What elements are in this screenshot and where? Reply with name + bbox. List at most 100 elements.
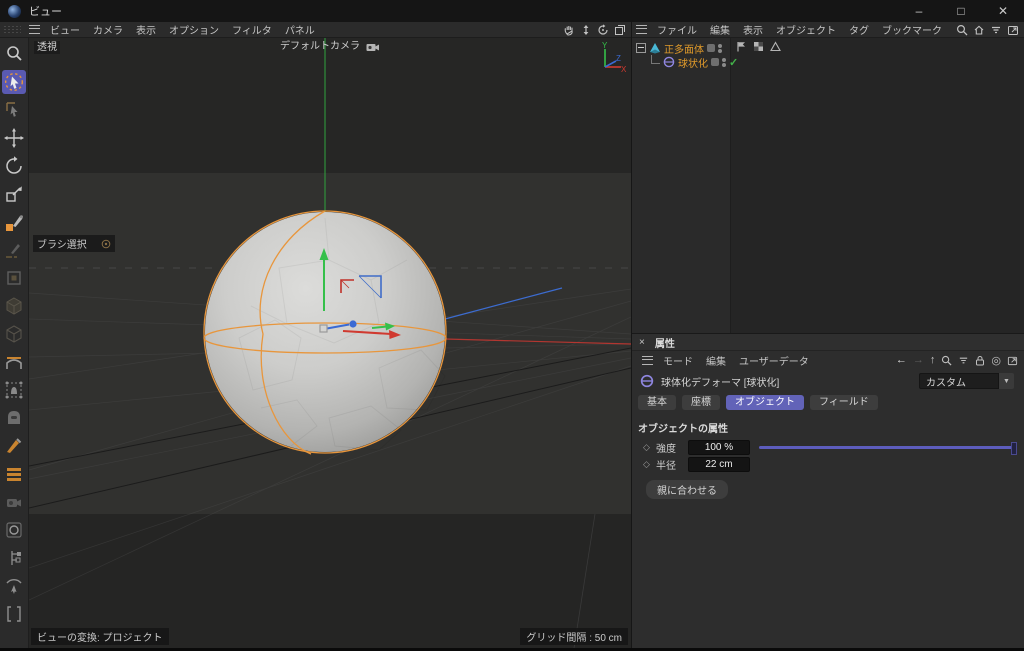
object-row-polyhedron[interactable]: 正多面体 <box>636 41 722 55</box>
new-window-icon[interactable] <box>1007 355 1018 366</box>
filter-icon[interactable] <box>990 24 1002 36</box>
cage-deform-icon[interactable] <box>2 378 26 402</box>
search-icon[interactable] <box>956 24 968 36</box>
layers-tool-icon[interactable] <box>2 462 26 486</box>
expand-icon[interactable] <box>636 43 646 53</box>
object-manager[interactable]: 正多面体 球状化 ✓ <box>632 38 1024 333</box>
region-tool-icon[interactable] <box>2 266 26 290</box>
radius-input[interactable]: 22 cm <box>688 457 750 472</box>
back-icon[interactable]: ← <box>896 354 907 366</box>
maximize-button[interactable]: □ <box>940 0 982 22</box>
search-icon[interactable] <box>941 355 952 366</box>
camera-label[interactable]: デフォルトカメラ <box>280 40 360 53</box>
viewport-canvas[interactable] <box>29 38 631 648</box>
menu-edit-attr[interactable]: 編集 <box>706 353 726 368</box>
close-panel-icon[interactable]: × <box>639 337 645 348</box>
manager-menu-icon[interactable] <box>636 25 647 34</box>
cube-wire-icon[interactable] <box>2 322 26 346</box>
menu-tags[interactable]: タグ <box>849 22 869 37</box>
circle-tool-icon[interactable] <box>2 518 26 542</box>
slider-handle[interactable] <box>1011 442 1017 455</box>
viewport-3d[interactable]: 透視 デフォルトカメラ Y Z X ブラシ選択 ビューの変換: プロジェクト グ… <box>29 38 631 648</box>
object-name[interactable]: 正多面体 <box>664 41 704 56</box>
forward-icon[interactable]: → <box>913 354 924 366</box>
lock-icon[interactable] <box>975 355 985 366</box>
object-name[interactable]: 球状化 <box>678 55 708 70</box>
new-window-icon[interactable] <box>1007 24 1019 36</box>
menu-userdata[interactable]: ユーザーデータ <box>739 353 809 368</box>
menu-panel[interactable]: パネル <box>285 22 315 37</box>
layer-toggle-icon[interactable] <box>711 58 719 66</box>
tab-object[interactable]: オブジェクト <box>726 395 804 410</box>
spherify-deformer-icon[interactable] <box>663 56 675 68</box>
menu-filter[interactable]: フィルタ <box>232 22 272 37</box>
strength-slider[interactable] <box>759 446 1017 449</box>
filter-icon[interactable] <box>958 355 969 366</box>
tab-falloff[interactable]: フィールド <box>810 395 878 410</box>
menu-view[interactable]: ビュー <box>50 22 80 37</box>
brackets-icon[interactable] <box>2 602 26 626</box>
search-tool-icon[interactable] <box>2 42 26 66</box>
visibility-dots-icon[interactable] <box>722 58 726 67</box>
close-button[interactable]: ✕ <box>982 0 1024 22</box>
enabled-check-icon[interactable]: ✓ <box>729 56 738 69</box>
preset-value[interactable]: カスタム <box>919 373 999 389</box>
attribute-menu-icon[interactable] <box>642 356 653 365</box>
panel-grip[interactable] <box>3 25 21 34</box>
menu-options[interactable]: オプション <box>169 22 219 37</box>
object-row-spherify[interactable]: 球状化 ✓ <box>648 55 738 69</box>
home-icon[interactable] <box>973 24 985 36</box>
menu-objects[interactable]: オブジェクト <box>776 22 836 37</box>
brush-selection-hud[interactable]: ブラシ選択 <box>33 235 115 252</box>
brush-hud-icon[interactable] <box>101 239 111 249</box>
menu-bookmarks[interactable]: ブックマーク <box>882 22 942 37</box>
platonic-object-icon[interactable] <box>649 42 661 54</box>
menu-camera[interactable]: カメラ <box>93 22 123 37</box>
menu-show[interactable]: 表示 <box>743 22 763 37</box>
triangle-icon[interactable] <box>770 41 781 52</box>
move-tool-icon[interactable] <box>2 126 26 150</box>
hand-rotate-icon[interactable] <box>2 574 26 598</box>
visibility-dots-icon[interactable] <box>718 44 722 53</box>
tab-coordinates[interactable]: 座標 <box>682 395 720 410</box>
up-icon[interactable]: ↑ <box>930 354 936 366</box>
sculpt-tool-icon[interactable] <box>2 406 26 430</box>
attribute-object-title: 球体化デフォーマ [球状化] <box>661 374 779 389</box>
orbit-icon[interactable] <box>597 24 609 36</box>
view-axis-gizmo[interactable]: Y Z X <box>597 41 627 73</box>
projection-label[interactable]: 透視 <box>34 41 60 54</box>
target-icon[interactable]: ◎ <box>991 354 1001 367</box>
rect-selection-tool-icon[interactable] <box>2 98 26 122</box>
rotate-tool-icon[interactable] <box>2 154 26 178</box>
camera-hud-icon[interactable] <box>366 42 380 52</box>
camera-selector[interactable]: デフォルトカメラ <box>280 40 380 53</box>
tab-basic[interactable]: 基本 <box>638 395 676 410</box>
chevron-down-icon[interactable]: ▼ <box>999 373 1014 389</box>
menu-mode[interactable]: モード <box>663 353 693 368</box>
menu-display[interactable]: 表示 <box>136 22 156 37</box>
minimize-button[interactable]: – <box>898 0 940 22</box>
live-selection-tool-icon[interactable] <box>2 70 26 94</box>
keyframe-diamond-icon[interactable]: ◇ <box>643 459 656 470</box>
bridge-tool-icon[interactable] <box>2 350 26 374</box>
viewport-menu-icon[interactable] <box>29 25 40 34</box>
cube-solid-icon[interactable] <box>2 294 26 318</box>
maximize-view-icon[interactable] <box>614 24 626 36</box>
layer-toggle-icon[interactable] <box>707 44 715 52</box>
preset-dropdown[interactable]: カスタム ▼ <box>919 373 1014 389</box>
knife-tool-icon[interactable] <box>2 434 26 458</box>
checker-icon[interactable] <box>753 41 764 52</box>
brush-tool-icon[interactable] <box>2 210 26 234</box>
dolly-icon[interactable] <box>580 24 592 36</box>
menu-file[interactable]: ファイル <box>657 22 697 37</box>
flag-icon[interactable] <box>736 41 747 52</box>
menu-edit[interactable]: 編集 <box>710 22 730 37</box>
fit-to-parent-button[interactable]: 親に合わせる <box>646 480 728 499</box>
keyframe-diamond-icon[interactable]: ◇ <box>643 442 656 453</box>
camera-tool-icon[interactable] <box>2 490 26 514</box>
pen-disabled-icon[interactable] <box>2 238 26 262</box>
pan-hand-icon[interactable] <box>563 24 575 36</box>
spline-node-icon[interactable] <box>2 546 26 570</box>
strength-input[interactable]: 100 % <box>688 440 750 455</box>
scale-tool-icon[interactable] <box>2 182 26 206</box>
